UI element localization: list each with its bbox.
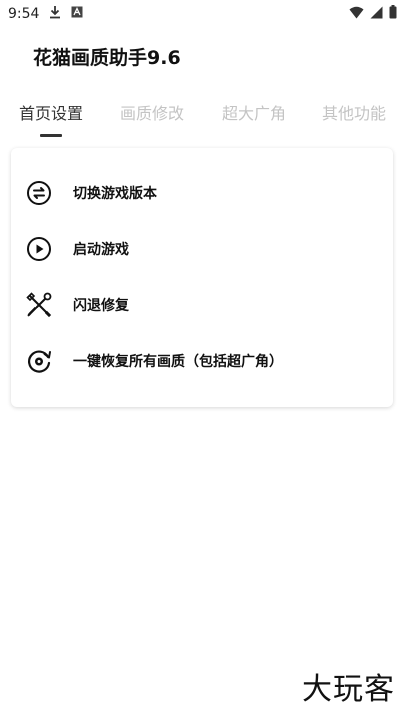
menu-label: 启动游戏 — [73, 242, 129, 258]
watermark: 大玩客 — [302, 672, 395, 707]
status-time: 9:54 — [8, 6, 40, 22]
play-icon — [25, 235, 53, 263]
menu-item-switch-version[interactable]: 切换游戏版本 — [11, 170, 393, 216]
active-tab-indicator — [40, 134, 62, 137]
tab-other-functions[interactable]: 其他功能 — [322, 100, 386, 124]
menu-label: 一键恢复所有画质（包括超广角） — [73, 354, 283, 370]
status-bar: 9:54 — [0, 0, 405, 28]
tab-bar: 首页设置 画质修改 超大广角 其他功能 — [0, 92, 405, 138]
menu-item-launch-game[interactable]: 启动游戏 — [11, 226, 393, 272]
menu-card: 切换游戏版本 启动游戏 闪退修复 一键恢复所有画质（包括超广角） — [11, 148, 393, 407]
wifi-icon — [349, 6, 364, 23]
app-notification-icon — [71, 6, 83, 22]
tab-wide-angle[interactable]: 超大广角 — [222, 100, 286, 124]
menu-label: 闪退修复 — [73, 298, 129, 314]
app-title: 花猫画质助手9.6 — [33, 47, 181, 69]
tab-home-settings[interactable]: 首页设置 — [19, 100, 83, 124]
download-icon — [49, 5, 61, 23]
swap-icon — [25, 179, 53, 207]
tools-icon — [25, 291, 53, 319]
menu-item-restore-all[interactable]: 一键恢复所有画质（包括超广角） — [11, 338, 393, 384]
menu-item-crash-fix[interactable]: 闪退修复 — [11, 282, 393, 328]
tab-quality-modify[interactable]: 画质修改 — [120, 100, 184, 124]
battery-icon — [389, 5, 397, 23]
restore-icon — [25, 347, 53, 375]
menu-label: 切换游戏版本 — [73, 186, 157, 202]
signal-icon — [370, 6, 383, 23]
